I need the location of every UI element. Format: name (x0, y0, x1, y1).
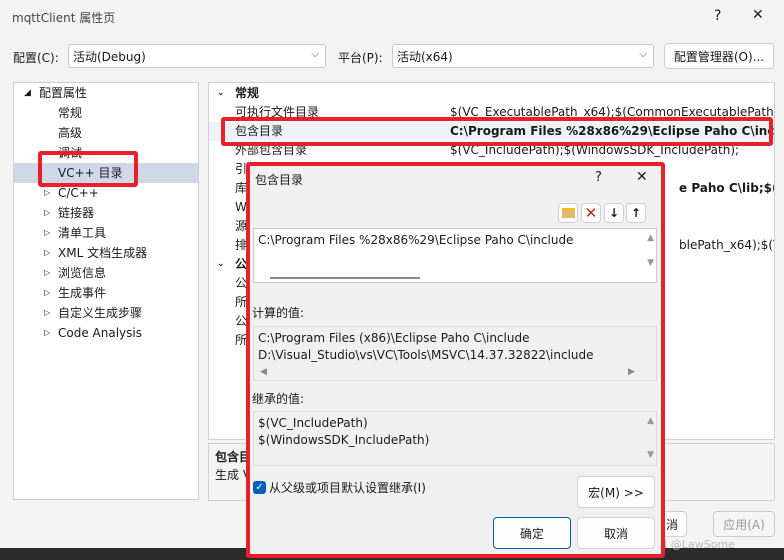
move-up-button[interactable]: ↑ (626, 203, 646, 223)
config-select[interactable]: 活动(Debug) ⌵ (68, 44, 326, 68)
platform-select[interactable]: 活动(x64) ⌵ (392, 44, 654, 68)
dialog-help-button[interactable]: ? (595, 170, 602, 185)
property-tree: ◢ 配置属性 常规 高级 调试 VC++ 目录 ▷ C/C++ ▷ 链接器 ▷ 清单工具… (13, 82, 199, 500)
tree-item-code-analysis[interactable]: ▷ Code Analysis (14, 323, 198, 343)
inherited-label: 继承的值: (252, 392, 305, 406)
highlight-vc-dirs (38, 151, 138, 187)
new-folder-icon (561, 208, 575, 218)
new-folder-button[interactable] (558, 203, 578, 223)
expand-icon: ▷ (44, 288, 51, 297)
platform-value: 活动(x64) (397, 49, 453, 64)
chevron-down-icon: ⌵ (311, 49, 319, 60)
tree-root[interactable]: ◢ 配置属性 (14, 83, 198, 103)
inherit-checkbox[interactable]: ✓ 从父级或项目默认设置继承(I) (253, 479, 426, 496)
expand-icon: ▷ (44, 328, 51, 337)
tree-item-custom-build[interactable]: ▷ 自定义生成步骤 (14, 303, 198, 323)
scroll-up-icon[interactable]: ▲ (647, 416, 654, 426)
directory-entry[interactable]: C:\Program Files %28x86%29\Eclipse Paho … (258, 233, 573, 247)
highlight-include-row (221, 117, 773, 146)
tree-item-xml[interactable]: ▷ XML 文档生成器 (14, 243, 198, 263)
collapse-icon: ⌄ (217, 88, 225, 98)
tree-item-browse[interactable]: ▷ 浏览信息 (14, 263, 198, 283)
expand-icon: ▷ (44, 308, 51, 317)
help-button[interactable]: ? (714, 8, 721, 24)
close-button[interactable]: ✕ (752, 7, 764, 23)
cancel-button[interactable]: 取消 (577, 517, 655, 549)
horizontal-scrollbar[interactable] (270, 277, 420, 279)
scroll-down-icon[interactable]: ▼ (647, 258, 654, 268)
directory-list[interactable]: C:\Program Files %28x86%29\Eclipse Paho … (253, 228, 657, 283)
tree-item-general[interactable]: 常规 (14, 103, 198, 123)
arrow-up-icon: ↑ (630, 206, 642, 220)
config-value: 活动(Debug) (73, 49, 146, 64)
platform-label: 平台(P): (338, 51, 383, 65)
dialog-close-button[interactable]: ✕ (636, 169, 648, 185)
section-general: 常规 (235, 86, 260, 100)
inherited-values: $(VC_IncludePath) $(WindowsSDK_IncludePa… (253, 411, 657, 466)
computed-label: 计算的值: (252, 306, 305, 320)
collapse-icon: ⌄ (217, 259, 225, 269)
checkbox-checked-icon: ✓ (253, 481, 266, 494)
scroll-left-icon[interactable]: ◀ (260, 367, 267, 377)
window-title: mqttClient 属性页 (12, 11, 116, 25)
scroll-right-icon[interactable]: ▶ (628, 367, 635, 377)
config-manager-button[interactable]: 配置管理器(O)... (664, 43, 774, 69)
config-label: 配置(C): (13, 51, 59, 65)
scroll-up-icon[interactable]: ▲ (647, 233, 654, 243)
include-dirs-dialog: 包含目录 ? ✕ ✕ ↓ ↑ C:\Program Files %28x86%2… (246, 162, 665, 558)
expand-icon: ▷ (44, 228, 51, 237)
chevron-down-icon: ⌵ (639, 49, 647, 60)
expand-icon: ▷ (44, 208, 51, 217)
delete-icon: ✕ (584, 204, 598, 222)
apply-button[interactable]: 应用(A) (713, 511, 775, 537)
computed-values: C:\Program Files (x86)\Eclipse Paho C\in… (253, 326, 657, 381)
dialog-title: 包含目录 (255, 173, 304, 187)
arrow-down-icon: ↓ (608, 206, 620, 220)
macro-button[interactable]: 宏(M) >> (577, 476, 655, 508)
tree-item-build-events[interactable]: ▷ 生成事件 (14, 283, 198, 303)
expand-icon: ▷ (44, 248, 51, 257)
scroll-down-icon[interactable]: ▼ (647, 450, 654, 460)
ok-button[interactable]: 确定 (493, 517, 571, 549)
move-down-button[interactable]: ↓ (604, 203, 624, 223)
expand-icon: ▷ (44, 268, 51, 277)
tree-item-manifest[interactable]: ▷ 清单工具 (14, 223, 198, 243)
delete-button[interactable]: ✕ (581, 203, 601, 223)
tree-item-linker[interactable]: ▷ 链接器 (14, 203, 198, 223)
tree-item-advanced[interactable]: 高级 (14, 123, 198, 143)
expand-icon: ◢ (24, 88, 31, 98)
